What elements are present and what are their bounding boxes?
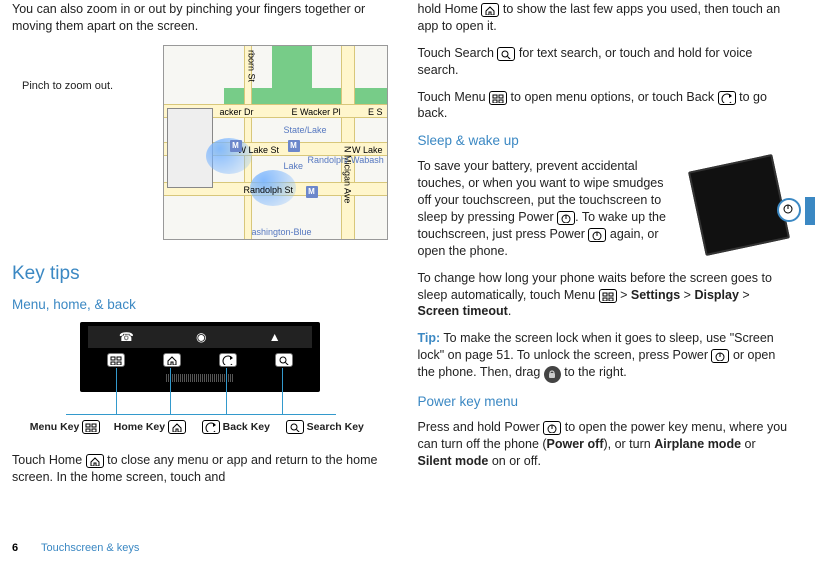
tip-label: Tip: [418, 331, 441, 345]
power-icon [588, 228, 606, 242]
map-marker-icon: M [288, 140, 300, 152]
heading-sleep-wake: Sleep & wake up [418, 132, 794, 150]
page-footer: 6 Touchscreen & keys [12, 541, 139, 556]
heading-key-tips: Key tips [12, 261, 388, 287]
street-label: E Wacker Pl [292, 106, 341, 118]
menu-icon [599, 289, 617, 303]
map-caption: Pinch to zoom out. [22, 79, 113, 94]
back-icon [718, 91, 736, 105]
menu-icon [82, 420, 100, 434]
power-icon [777, 198, 801, 222]
menu-key-label: Menu Key [30, 421, 80, 433]
street-label: E S [368, 106, 383, 118]
home-paragraph-2: hold Home to show the last few apps you … [418, 1, 794, 35]
station-label: Randolph/ Wabash [308, 156, 384, 165]
street-label: rborn St [246, 50, 258, 82]
back-key-label: Back Key [223, 421, 270, 433]
menu-icon [489, 91, 507, 105]
heading-menu-home-back: Menu, home, & back [12, 296, 388, 314]
map-image: rborn St N Micigan Ave acker Dr E Wacker… [163, 45, 388, 240]
station-label: State/Lake [284, 124, 327, 136]
phone-power-figure [688, 162, 793, 257]
search-icon [286, 420, 304, 434]
home-icon [86, 454, 104, 468]
map-figure: Pinch to zoom out. rborn St N Micigan Av… [12, 45, 388, 245]
home-icon [163, 353, 181, 367]
page-number: 6 [12, 542, 18, 554]
street-label: W Lake St [238, 144, 280, 156]
map-marker-icon: M [230, 140, 242, 152]
search-icon [497, 47, 515, 61]
power-paragraph: Press and hold Power to open the power k… [418, 419, 794, 470]
phone-keys-figure: ☎◉▲ Menu Key Home Key Back Key Search Ke… [30, 322, 370, 442]
home-key-label: Home Key [114, 421, 165, 433]
menu-icon [107, 353, 125, 367]
heading-power-menu: Power key menu [418, 393, 794, 411]
tip-paragraph: Tip: To make the screen lock when it goe… [418, 330, 794, 382]
section-name: Touchscreen & keys [41, 542, 139, 554]
power-icon [711, 349, 729, 363]
intro-text: You can also zoom in or out by pinching … [12, 1, 388, 35]
search-paragraph: Touch Search for text search, or touch a… [418, 45, 794, 79]
back-icon [202, 420, 220, 434]
back-icon [219, 353, 237, 367]
home-icon [481, 3, 499, 17]
home-paragraph-1: Touch Home to close any menu or app and … [12, 452, 388, 486]
home-icon [168, 420, 186, 434]
street-label: acker Dr [220, 106, 254, 118]
station-label: ashington-Blue [252, 226, 312, 238]
power-icon [557, 211, 575, 225]
power-icon [543, 421, 561, 435]
station-label: Lake [284, 160, 304, 172]
map-marker-icon: M [306, 186, 318, 198]
unlock-icon [544, 366, 561, 383]
timeout-paragraph: To change how long your phone waits befo… [418, 270, 794, 321]
street-label: Randolph St [244, 184, 294, 196]
menu-paragraph: Touch Menu to open menu options, or touc… [418, 89, 794, 123]
search-key-label: Search Key [307, 421, 364, 433]
search-icon [275, 353, 293, 367]
